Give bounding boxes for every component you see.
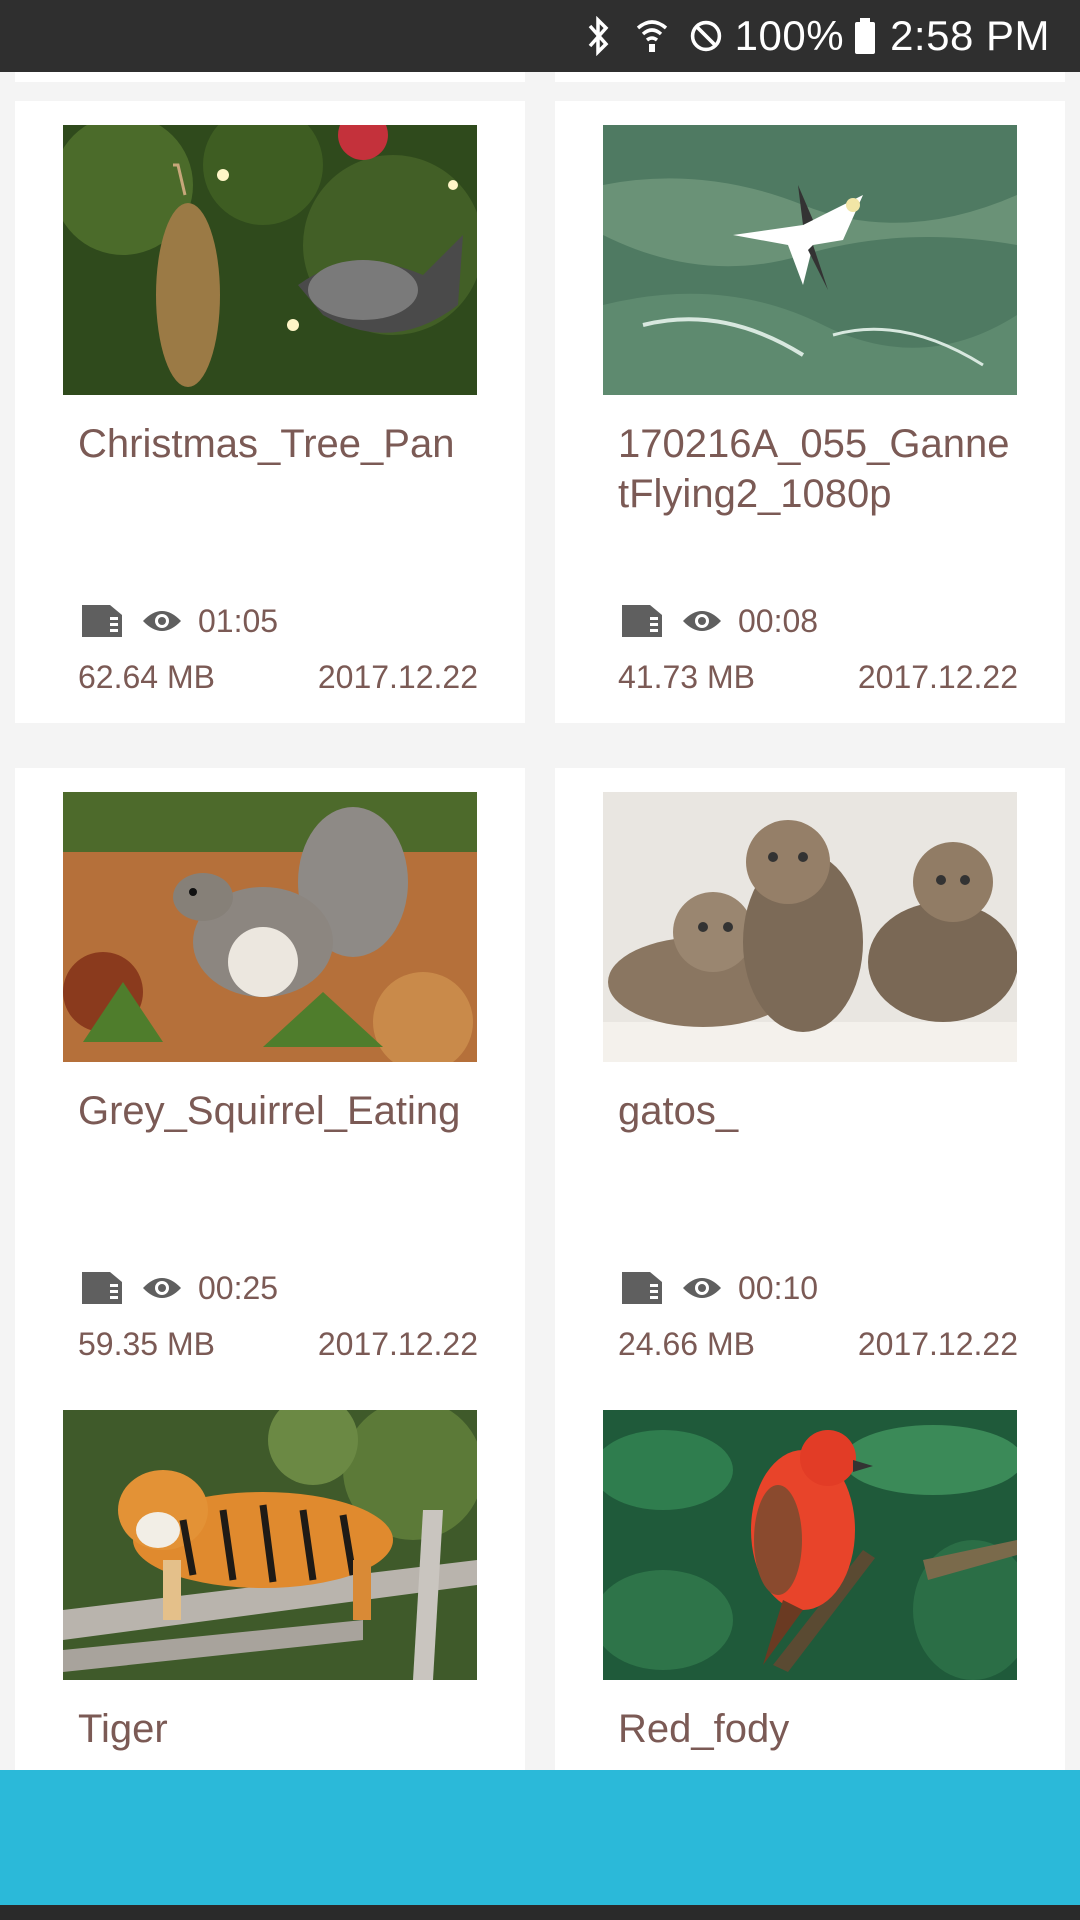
bottom-bar <box>0 1770 1080 1905</box>
video-title: Christmas_Tree_Pan <box>78 422 455 466</box>
video-date: 2017.12.22 <box>857 659 1018 695</box>
video-meta: 00:08 <box>618 601 818 641</box>
video-size: 24.66 MB <box>618 1326 755 1362</box>
video-info: 41.73 MB 2017.12.22 <box>618 659 1018 699</box>
video-date: 2017.12.22 <box>857 1326 1018 1362</box>
wifi-icon <box>635 16 669 56</box>
video-duration: 00:08 <box>738 602 819 639</box>
video-thumbnail[interactable] <box>63 1410 477 1680</box>
video-duration: 01:05 <box>198 602 279 639</box>
video-info: 62.64 MB 2017.12.22 <box>78 659 478 699</box>
sd-card-icon <box>78 1268 126 1308</box>
video-title: Red_fody <box>618 1707 790 1751</box>
video-title: gatos_ <box>618 1089 739 1133</box>
sd-card-icon <box>618 601 666 641</box>
video-thumbnail[interactable] <box>63 125 477 395</box>
video-date: 2017.12.22 <box>317 1326 478 1362</box>
video-card[interactable]: 170216A_055_GannetFlying2_1080p 00:08 41… <box>555 101 1065 723</box>
video-size: 41.73 MB <box>618 659 755 695</box>
video-title: 170216A_055_GannetFlying2_1080p <box>618 422 1010 516</box>
video-size: 62.64 MB <box>78 659 215 695</box>
battery-icon <box>852 16 878 56</box>
video-card[interactable]: gatos_ 00:10 24.66 MB 2017.12.22 <box>555 768 1065 1390</box>
video-duration: 00:10 <box>738 1269 819 1306</box>
video-meta: 01:05 <box>78 601 278 641</box>
video-info: 24.66 MB 2017.12.22 <box>618 1326 1018 1366</box>
video-title: Grey_Squirrel_Eating <box>78 1089 461 1133</box>
video-thumbnail[interactable] <box>603 792 1017 1062</box>
video-thumbnail[interactable] <box>603 1410 1017 1680</box>
video-card[interactable]: Grey_Squirrel_Eating 00:25 59.35 MB 2017… <box>15 768 525 1390</box>
video-card[interactable]: Tiger <box>15 1386 525 1770</box>
battery-percent: 100% <box>734 12 845 59</box>
video-info: 59.35 MB 2017.12.22 <box>78 1326 478 1366</box>
clock: 2:58 PM <box>890 12 1050 59</box>
video-card[interactable]: Christmas_Tree_Pan 01:05 62.64 MB 2017.1… <box>15 101 525 723</box>
video-thumbnail[interactable] <box>63 792 477 1062</box>
eye-icon <box>678 601 726 641</box>
video-meta: 00:10 <box>618 1268 818 1308</box>
status-bar: 100% 2:58 PM <box>0 0 1080 72</box>
navigation-bar-edge <box>0 1905 1080 1920</box>
video-card[interactable]: Red_fody <box>555 1386 1065 1770</box>
video-thumbnail[interactable] <box>603 125 1017 395</box>
previous-card-edge <box>15 72 525 82</box>
video-title: Tiger <box>78 1707 168 1751</box>
video-meta: 00:25 <box>78 1268 278 1308</box>
eye-icon <box>138 1268 186 1308</box>
bluetooth-icon <box>581 16 615 56</box>
eye-icon <box>138 601 186 641</box>
video-size: 59.35 MB <box>78 1326 215 1362</box>
video-date: 2017.12.22 <box>317 659 478 695</box>
eye-icon <box>678 1268 726 1308</box>
do-not-disturb-icon <box>689 16 723 56</box>
sd-card-icon <box>618 1268 666 1308</box>
video-grid: Christmas_Tree_Pan 01:05 62.64 MB 2017.1… <box>0 72 1080 1770</box>
sd-card-icon <box>78 601 126 641</box>
video-duration: 00:25 <box>198 1269 279 1306</box>
previous-card-edge <box>555 72 1065 82</box>
